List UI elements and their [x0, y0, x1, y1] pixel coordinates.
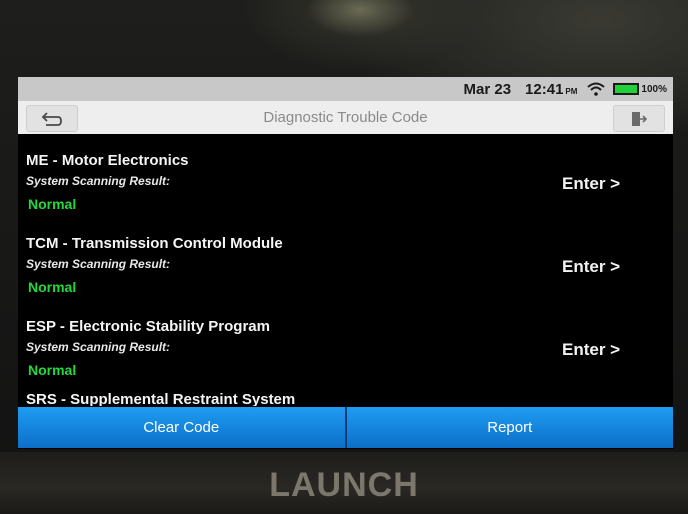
status-ampm: PM — [565, 86, 578, 96]
wifi-icon — [587, 82, 606, 96]
title-bar: Diagnostic Trouble Code — [18, 101, 673, 134]
scan-result-label: System Scanning Result: — [26, 174, 171, 188]
action-bar: Clear Code Report — [18, 407, 673, 448]
scan-result-label: System Scanning Result: — [26, 340, 171, 354]
system-name: ME - Motor Electronics — [26, 152, 189, 169]
scan-result-label: System Scanning Result: — [26, 257, 171, 271]
status-bar: Mar 23 12:41 PM 100% — [18, 77, 673, 101]
system-name: TCM - Transmission Control Module — [26, 235, 283, 252]
system-list: ME - Motor Electronics System Scanning R… — [18, 134, 673, 406]
status-time: 12:41 — [525, 80, 564, 98]
enter-button[interactable]: Enter > — [562, 340, 620, 360]
page-title: Diagnostic Trouble Code — [263, 109, 428, 126]
battery-percent: 100% — [641, 83, 667, 95]
status-date: Mar 23 — [463, 80, 512, 98]
exit-icon — [632, 111, 648, 126]
device-screen: Mar 23 12:41 PM 100% Diagnostic Trouble … — [18, 77, 673, 449]
back-button[interactable] — [26, 105, 78, 132]
scan-result-status: Normal — [28, 279, 77, 295]
system-item-me[interactable]: ME - Motor Electronics System Scanning R… — [18, 134, 673, 217]
back-arrow-icon — [41, 111, 62, 126]
system-item-tcm[interactable]: TCM - Transmission Control Module System… — [18, 217, 673, 300]
enter-button[interactable]: Enter > — [562, 174, 620, 194]
clear-code-button[interactable]: Clear Code — [18, 407, 345, 448]
system-item-srs[interactable]: SRS - Supplemental Restraint System — [18, 383, 673, 406]
system-name: SRS - Supplemental Restraint System — [26, 391, 296, 406]
enter-button[interactable]: Enter > — [562, 257, 620, 277]
system-name: ESP - Electronic Stability Program — [26, 318, 270, 335]
battery-icon — [613, 83, 640, 95]
scan-result-status: Normal — [28, 362, 77, 378]
exit-button[interactable] — [613, 105, 665, 132]
brand-logo: LAUNCH — [269, 466, 419, 504]
scan-result-status: Normal — [28, 196, 77, 212]
report-button[interactable]: Report — [344, 407, 673, 448]
system-item-esp[interactable]: ESP - Electronic Stability Program Syste… — [18, 300, 673, 383]
